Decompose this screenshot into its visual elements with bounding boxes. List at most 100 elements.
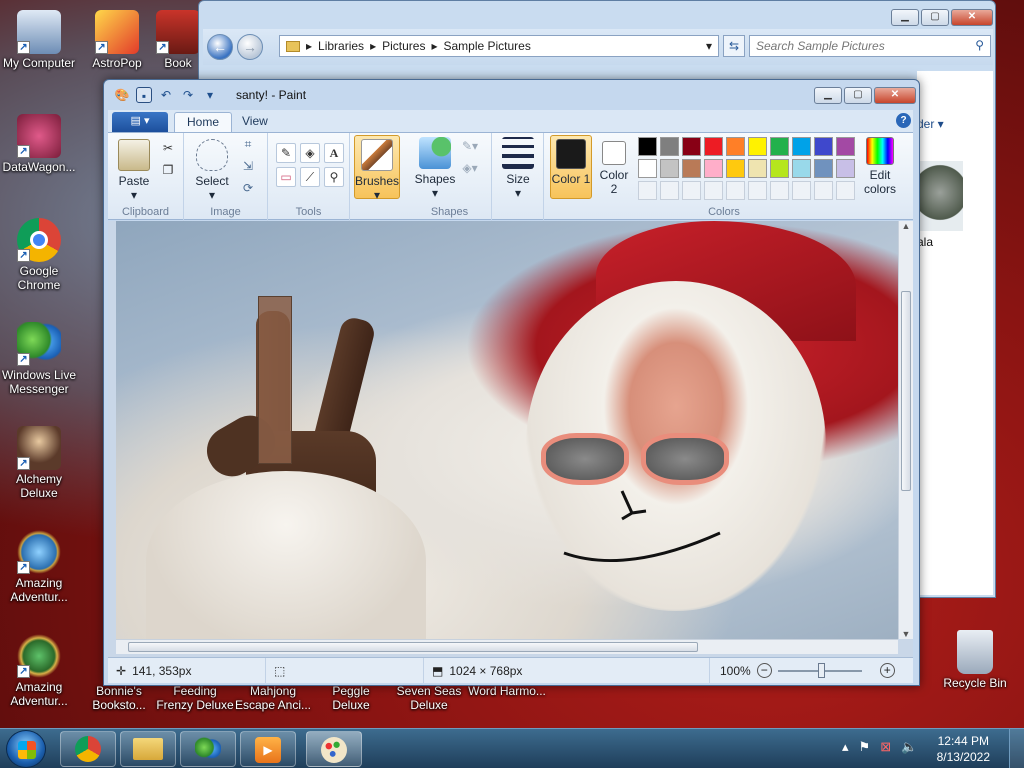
size-button[interactable]: Size ▾	[498, 137, 538, 200]
breadcrumb-libraries[interactable]: Libraries	[318, 39, 364, 53]
fill-icon[interactable]: ◈	[300, 143, 320, 163]
undo-icon[interactable]: ↶	[158, 87, 174, 103]
customize-quick-access-icon[interactable]: ▾	[202, 87, 218, 103]
desktop-icon-bonnies[interactable]: Bonnie's Booksto...	[80, 684, 158, 712]
zoom-slider-thumb[interactable]	[817, 662, 825, 678]
palette-swatch[interactable]	[682, 181, 701, 200]
color2-button[interactable]: Color 2	[596, 135, 632, 199]
palette-swatch[interactable]	[836, 159, 855, 178]
desktop-icon-recycle-bin[interactable]: Recycle Bin	[936, 630, 1014, 690]
desktop-icon-alchemy[interactable]: ↗ Alchemy Deluxe	[0, 426, 78, 500]
desktop-icon-chrome[interactable]: ↗ Google Chrome	[0, 218, 78, 292]
color1-button[interactable]: Color 1	[550, 135, 592, 199]
breadcrumb-sample-pictures[interactable]: Sample Pictures	[443, 39, 530, 53]
palette-swatch[interactable]	[814, 159, 833, 178]
fill-shape-icon[interactable]: ◈▾	[460, 159, 480, 179]
palette-swatch[interactable]	[726, 181, 745, 200]
close-button[interactable]: ✕	[951, 9, 993, 26]
arrange-by-label[interactable]: der ▾	[917, 117, 944, 131]
forward-button[interactable]: →	[237, 34, 263, 60]
breadcrumb-pictures[interactable]: Pictures	[382, 39, 425, 53]
palette-swatch[interactable]	[770, 181, 789, 200]
desktop-icon-my-computer[interactable]: ↗ My Computer	[0, 10, 78, 70]
copy-icon[interactable]: ❐	[158, 161, 178, 181]
palette-swatch[interactable]	[660, 137, 679, 156]
desktop-icon-astropop[interactable]: ↗ AstroPop	[78, 10, 156, 70]
desktop-icon-book[interactable]: ↗ Book	[156, 10, 200, 70]
address-bar[interactable]: ▸ Libraries ▸ Pictures ▸ Sample Pictures…	[279, 35, 719, 57]
palette-swatch[interactable]	[660, 181, 679, 200]
zoom-in-icon[interactable]: +	[879, 663, 895, 678]
palette-swatch[interactable]	[748, 159, 767, 178]
close-button[interactable]: ✕	[874, 87, 916, 104]
minimize-button[interactable]: ▁	[891, 9, 919, 26]
desktop-icon-seven-seas[interactable]: Seven Seas Deluxe	[390, 684, 468, 712]
palette-swatch[interactable]	[770, 137, 789, 156]
zoom-slider[interactable]	[777, 662, 862, 678]
search-input[interactable]: Search Sample Pictures ⚲	[749, 35, 991, 57]
palette-swatch[interactable]	[748, 137, 767, 156]
network-icon[interactable]: ⊠	[880, 739, 891, 755]
paint-window[interactable]: 🎨 ▪ ↶ ↷ ▾ santy! - Paint ▁ ▢ ✕ ▤ ▾ Home …	[103, 79, 920, 686]
help-icon[interactable]: ?	[896, 113, 911, 128]
volume-icon[interactable]: 🔈	[901, 739, 917, 755]
select-button[interactable]: Select ▾	[190, 139, 234, 202]
desktop-icon-amazing-adventures[interactable]: ↗ Amazing Adventur...	[0, 530, 78, 604]
shapes-button[interactable]: Shapes ▾	[412, 137, 458, 200]
palette-swatch[interactable]	[792, 159, 811, 178]
chevron-down-icon[interactable]: ▾	[706, 39, 712, 53]
desktop-icon-amazing-adventures-2[interactable]: ↗ Amazing Adventur...	[0, 634, 78, 708]
color-picker-icon[interactable]: ⟋	[300, 167, 320, 187]
taskbar-paint[interactable]	[306, 731, 362, 767]
resize-icon[interactable]: ⇲	[238, 157, 258, 177]
desktop-icon-datawagon[interactable]: ↗ DataWagon...	[0, 114, 78, 174]
desktop-icon-peggle[interactable]: Peggle Deluxe	[312, 684, 390, 712]
action-center-icon[interactable]: ⚑	[859, 739, 871, 755]
paint-menu-button[interactable]: ▤ ▾	[112, 112, 168, 132]
palette-swatch[interactable]	[814, 181, 833, 200]
palette-swatch[interactable]	[748, 181, 767, 200]
minimize-button[interactable]: ▁	[814, 87, 842, 104]
palette-swatch[interactable]	[638, 137, 657, 156]
taskbar-chrome[interactable]	[60, 731, 116, 767]
palette-swatch[interactable]	[814, 137, 833, 156]
text-icon[interactable]: A	[324, 143, 344, 163]
horizontal-scroll-thumb[interactable]	[128, 642, 698, 652]
palette-swatch[interactable]	[836, 137, 855, 156]
palette-swatch[interactable]	[660, 159, 679, 178]
taskbar-messenger[interactable]	[180, 731, 236, 767]
horizontal-scrollbar[interactable]	[116, 639, 898, 654]
start-button[interactable]	[6, 730, 46, 768]
scroll-down-arrow-icon[interactable]: ▼	[899, 629, 913, 639]
back-button[interactable]: ←	[207, 34, 233, 60]
palette-swatch[interactable]	[638, 181, 657, 200]
palette-swatch[interactable]	[682, 137, 701, 156]
palette-swatch[interactable]	[792, 181, 811, 200]
desktop-icon-mahjong[interactable]: Mahjong Escape Anci...	[234, 684, 312, 712]
desktop-icon-word-harmony[interactable]: Word Harmo...	[468, 684, 546, 698]
paste-button[interactable]: Paste ▾	[114, 139, 154, 202]
outline-icon[interactable]: ✎▾	[460, 137, 480, 157]
tab-view[interactable]: View	[230, 112, 280, 132]
tab-home[interactable]: Home	[174, 112, 233, 132]
drawing-canvas[interactable]	[116, 221, 898, 639]
refresh-icon[interactable]: ⇆	[723, 35, 745, 57]
redo-icon[interactable]: ↷	[180, 87, 196, 103]
vertical-scroll-thumb[interactable]	[901, 291, 911, 491]
show-hidden-icons-icon[interactable]: ▴	[842, 739, 849, 755]
brushes-button[interactable]: Brushes ▾	[354, 135, 400, 202]
koala-thumbnail[interactable]	[917, 161, 963, 231]
maximize-button[interactable]: ▢	[844, 87, 872, 104]
taskbar-media-player[interactable]: ▶	[240, 731, 296, 767]
paint-app-icon[interactable]: 🎨	[114, 87, 130, 103]
zoom-out-icon[interactable]: −	[756, 663, 772, 678]
palette-swatch[interactable]	[704, 181, 723, 200]
maximize-button[interactable]: ▢	[921, 9, 949, 26]
clock[interactable]: 12:44 PM 8/13/2022	[937, 733, 990, 765]
cut-icon[interactable]: ✂	[158, 139, 178, 159]
palette-swatch[interactable]	[682, 159, 701, 178]
palette-swatch[interactable]	[704, 137, 723, 156]
taskbar-explorer[interactable]	[120, 731, 176, 767]
palette-swatch[interactable]	[704, 159, 723, 178]
palette-swatch[interactable]	[770, 159, 789, 178]
